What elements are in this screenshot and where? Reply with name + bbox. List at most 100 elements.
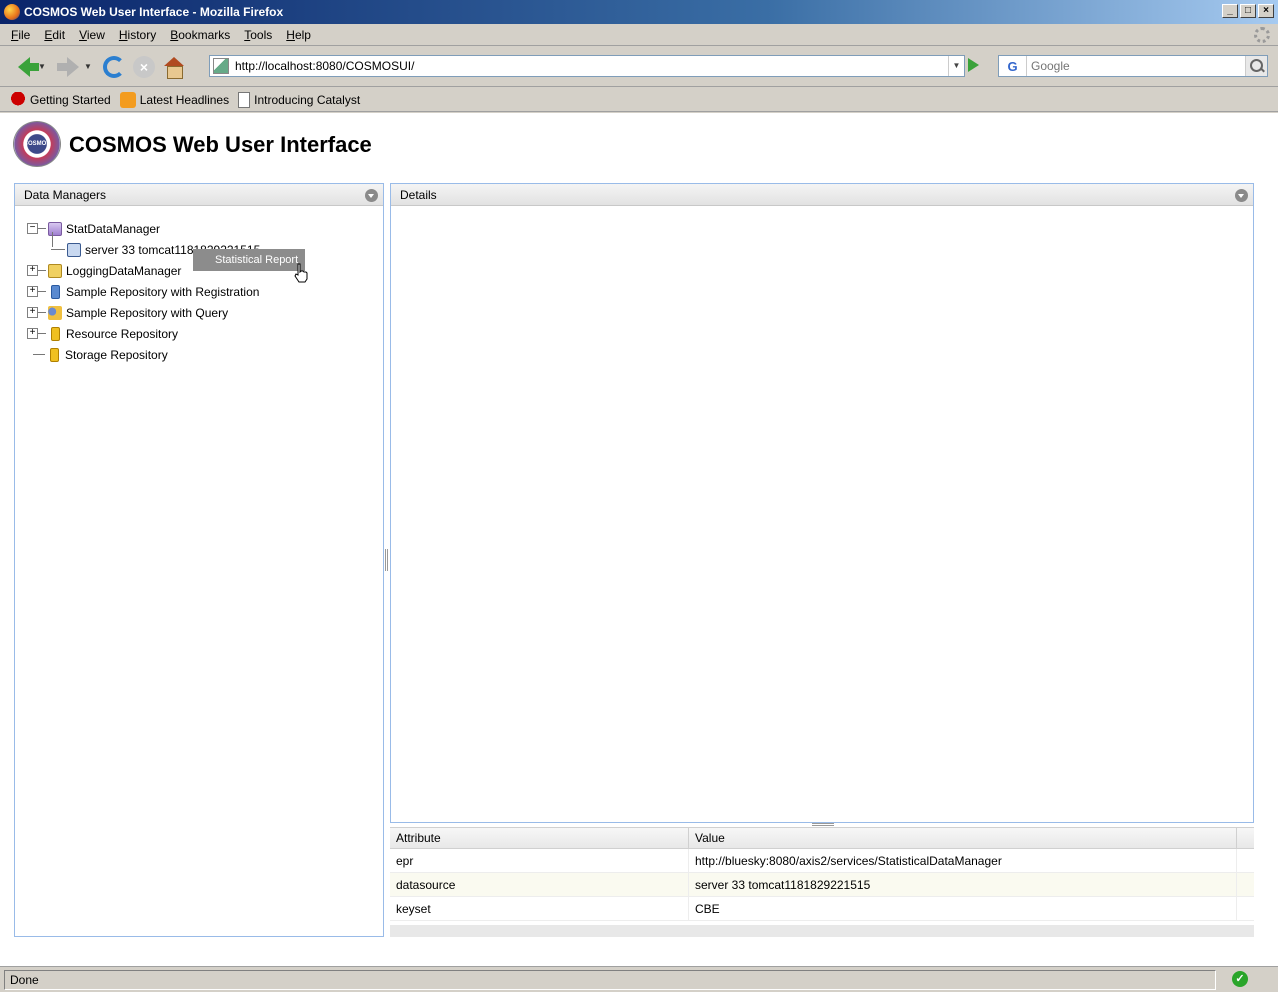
status-bar: Done ✓ bbox=[0, 966, 1278, 992]
table-row[interactable]: epr http://bluesky:8080/axis2/services/S… bbox=[390, 849, 1254, 873]
bookmark-getting-started[interactable]: Getting Started bbox=[10, 91, 111, 108]
grid-header: Attribute Value bbox=[390, 827, 1254, 849]
bookmark-latest-headlines[interactable]: Latest Headlines bbox=[119, 91, 229, 108]
stat-manager-icon bbox=[48, 221, 62, 236]
back-history-dropdown[interactable]: ▼ bbox=[38, 62, 48, 71]
forward-history-dropdown[interactable]: ▼ bbox=[84, 62, 94, 71]
menu-edit[interactable]: Edit bbox=[37, 28, 72, 42]
menu-view[interactable]: View bbox=[72, 28, 112, 42]
tree-connector bbox=[38, 228, 46, 229]
window-title: COSMOS Web User Interface - Mozilla Fire… bbox=[24, 5, 284, 19]
table-row[interactable]: keyset CBE bbox=[390, 897, 1254, 921]
logo-text: COSMOS bbox=[23, 141, 51, 147]
site-favicon-icon bbox=[213, 58, 229, 74]
maximize-button[interactable]: □ bbox=[1240, 4, 1256, 18]
logging-manager-icon bbox=[48, 263, 62, 278]
tree-node-label: LoggingDataManager bbox=[66, 263, 182, 278]
tree-node-label: Storage Repository bbox=[65, 347, 168, 362]
reload-button[interactable] bbox=[100, 53, 128, 81]
firefox-icon bbox=[4, 4, 20, 20]
attribute-cell: epr bbox=[390, 849, 689, 872]
stop-button[interactable]: × bbox=[130, 53, 158, 81]
tree-connector bbox=[38, 312, 46, 313]
menu-file[interactable]: File bbox=[4, 28, 37, 42]
tree-node-label: Resource Repository bbox=[66, 326, 179, 341]
value-cell: http://bluesky:8080/axis2/services/Stati… bbox=[689, 849, 1237, 872]
tree-connector bbox=[38, 333, 46, 334]
column-header-value[interactable]: Value bbox=[689, 828, 1237, 848]
window-titlebar[interactable]: COSMOS Web User Interface - Mozilla Fire… bbox=[0, 0, 1278, 24]
menu-bar: File Edit View History Bookmarks Tools H… bbox=[0, 24, 1278, 46]
status-ok-icon: ✓ bbox=[1232, 971, 1248, 987]
page-icon bbox=[238, 91, 251, 108]
back-arrow-icon bbox=[18, 56, 39, 77]
window-controls: _ □ × bbox=[1222, 4, 1274, 18]
page-viewport: COSMOS COSMOS Web User Interface Data Ma… bbox=[0, 113, 1278, 966]
search-bar: G bbox=[998, 55, 1268, 77]
repository-icon bbox=[51, 284, 60, 299]
data-managers-header: Data Managers bbox=[15, 184, 383, 206]
search-magnifier-icon[interactable] bbox=[1245, 56, 1267, 76]
url-bar: ▼ bbox=[209, 55, 965, 77]
menu-tools[interactable]: Tools bbox=[237, 28, 279, 42]
home-icon bbox=[163, 56, 185, 79]
table-row[interactable]: datasource server 33 tomcat1181829221515 bbox=[390, 873, 1254, 897]
tree-node-statdatamanager[interactable]: − StatDataManager bbox=[25, 218, 260, 247]
column-header-attribute[interactable]: Attribute bbox=[390, 828, 689, 848]
expand-toggle-icon[interactable]: + bbox=[27, 286, 38, 297]
navigation-toolbar: ▼ ▼ × ▼ G bbox=[0, 47, 1278, 87]
status-text: Done bbox=[4, 969, 1216, 990]
menu-help[interactable]: Help bbox=[279, 28, 318, 42]
redhat-icon bbox=[10, 91, 26, 108]
details-panel: Details bbox=[390, 183, 1254, 823]
hand-cursor-icon bbox=[294, 263, 308, 283]
vertical-splitter[interactable] bbox=[385, 549, 388, 571]
tree-node-storage-repository[interactable]: Storage Repository bbox=[25, 344, 260, 365]
data-managers-title: Data Managers bbox=[24, 187, 107, 202]
statistical-report-menu-item[interactable]: Statistical Report bbox=[193, 249, 305, 271]
menu-bookmarks[interactable]: Bookmarks bbox=[163, 28, 237, 42]
horizontal-splitter[interactable] bbox=[812, 823, 834, 826]
search-input[interactable] bbox=[1027, 59, 1245, 73]
bookmark-introducing-catalyst[interactable]: Introducing Catalyst bbox=[238, 91, 360, 108]
tree-connector bbox=[38, 270, 46, 271]
value-cell: CBE bbox=[689, 897, 1237, 920]
minimize-button[interactable]: _ bbox=[1222, 4, 1238, 18]
cosmos-logo: COSMOS bbox=[13, 121, 61, 167]
tree-node-resource-repository[interactable]: + Resource Repository bbox=[25, 323, 260, 344]
tree-connector bbox=[38, 291, 46, 292]
forward-arrow-icon bbox=[57, 56, 79, 77]
data-manager-tree: − StatDataManager server 33 tomcat118182… bbox=[25, 218, 260, 365]
go-button[interactable] bbox=[968, 58, 979, 72]
rss-icon bbox=[119, 91, 136, 108]
data-managers-panel: Data Managers − StatDataManager server 3… bbox=[14, 183, 384, 937]
tree-node-repo-query[interactable]: + Sample Repository with Query bbox=[25, 302, 260, 323]
tree-node-label: Sample Repository with Query bbox=[66, 305, 229, 320]
url-history-dropdown[interactable]: ▼ bbox=[948, 56, 964, 76]
url-input[interactable] bbox=[235, 59, 948, 73]
collapse-panel-icon[interactable] bbox=[365, 189, 378, 202]
search-engine-google-icon[interactable]: G bbox=[999, 56, 1027, 76]
expand-toggle-icon[interactable]: + bbox=[27, 307, 38, 318]
attribute-cell: datasource bbox=[390, 873, 689, 896]
expand-toggle-icon[interactable]: + bbox=[27, 328, 38, 339]
attribute-grid: Attribute Value epr http://bluesky:8080/… bbox=[390, 827, 1254, 937]
tree-connector bbox=[33, 354, 45, 355]
reload-icon bbox=[103, 55, 125, 78]
expand-toggle-icon[interactable]: + bbox=[27, 265, 38, 276]
attribute-cell: keyset bbox=[390, 897, 689, 920]
resource-repository-icon bbox=[51, 326, 60, 341]
tree-connector bbox=[51, 249, 65, 250]
collapse-panel-icon[interactable] bbox=[1235, 189, 1248, 202]
tree-node-repo-registration[interactable]: + Sample Repository with Registration bbox=[25, 281, 260, 302]
close-button[interactable]: × bbox=[1258, 4, 1274, 18]
back-button[interactable] bbox=[8, 53, 39, 81]
grid-scrollbar[interactable] bbox=[390, 925, 1254, 937]
forward-button[interactable] bbox=[54, 53, 82, 81]
stop-icon: × bbox=[133, 55, 155, 78]
home-button[interactable] bbox=[160, 53, 188, 81]
page-title: COSMOS Web User Interface bbox=[69, 132, 372, 157]
menu-history[interactable]: History bbox=[112, 28, 163, 42]
collapse-toggle-icon[interactable]: − bbox=[27, 223, 38, 234]
details-title: Details bbox=[400, 187, 437, 202]
